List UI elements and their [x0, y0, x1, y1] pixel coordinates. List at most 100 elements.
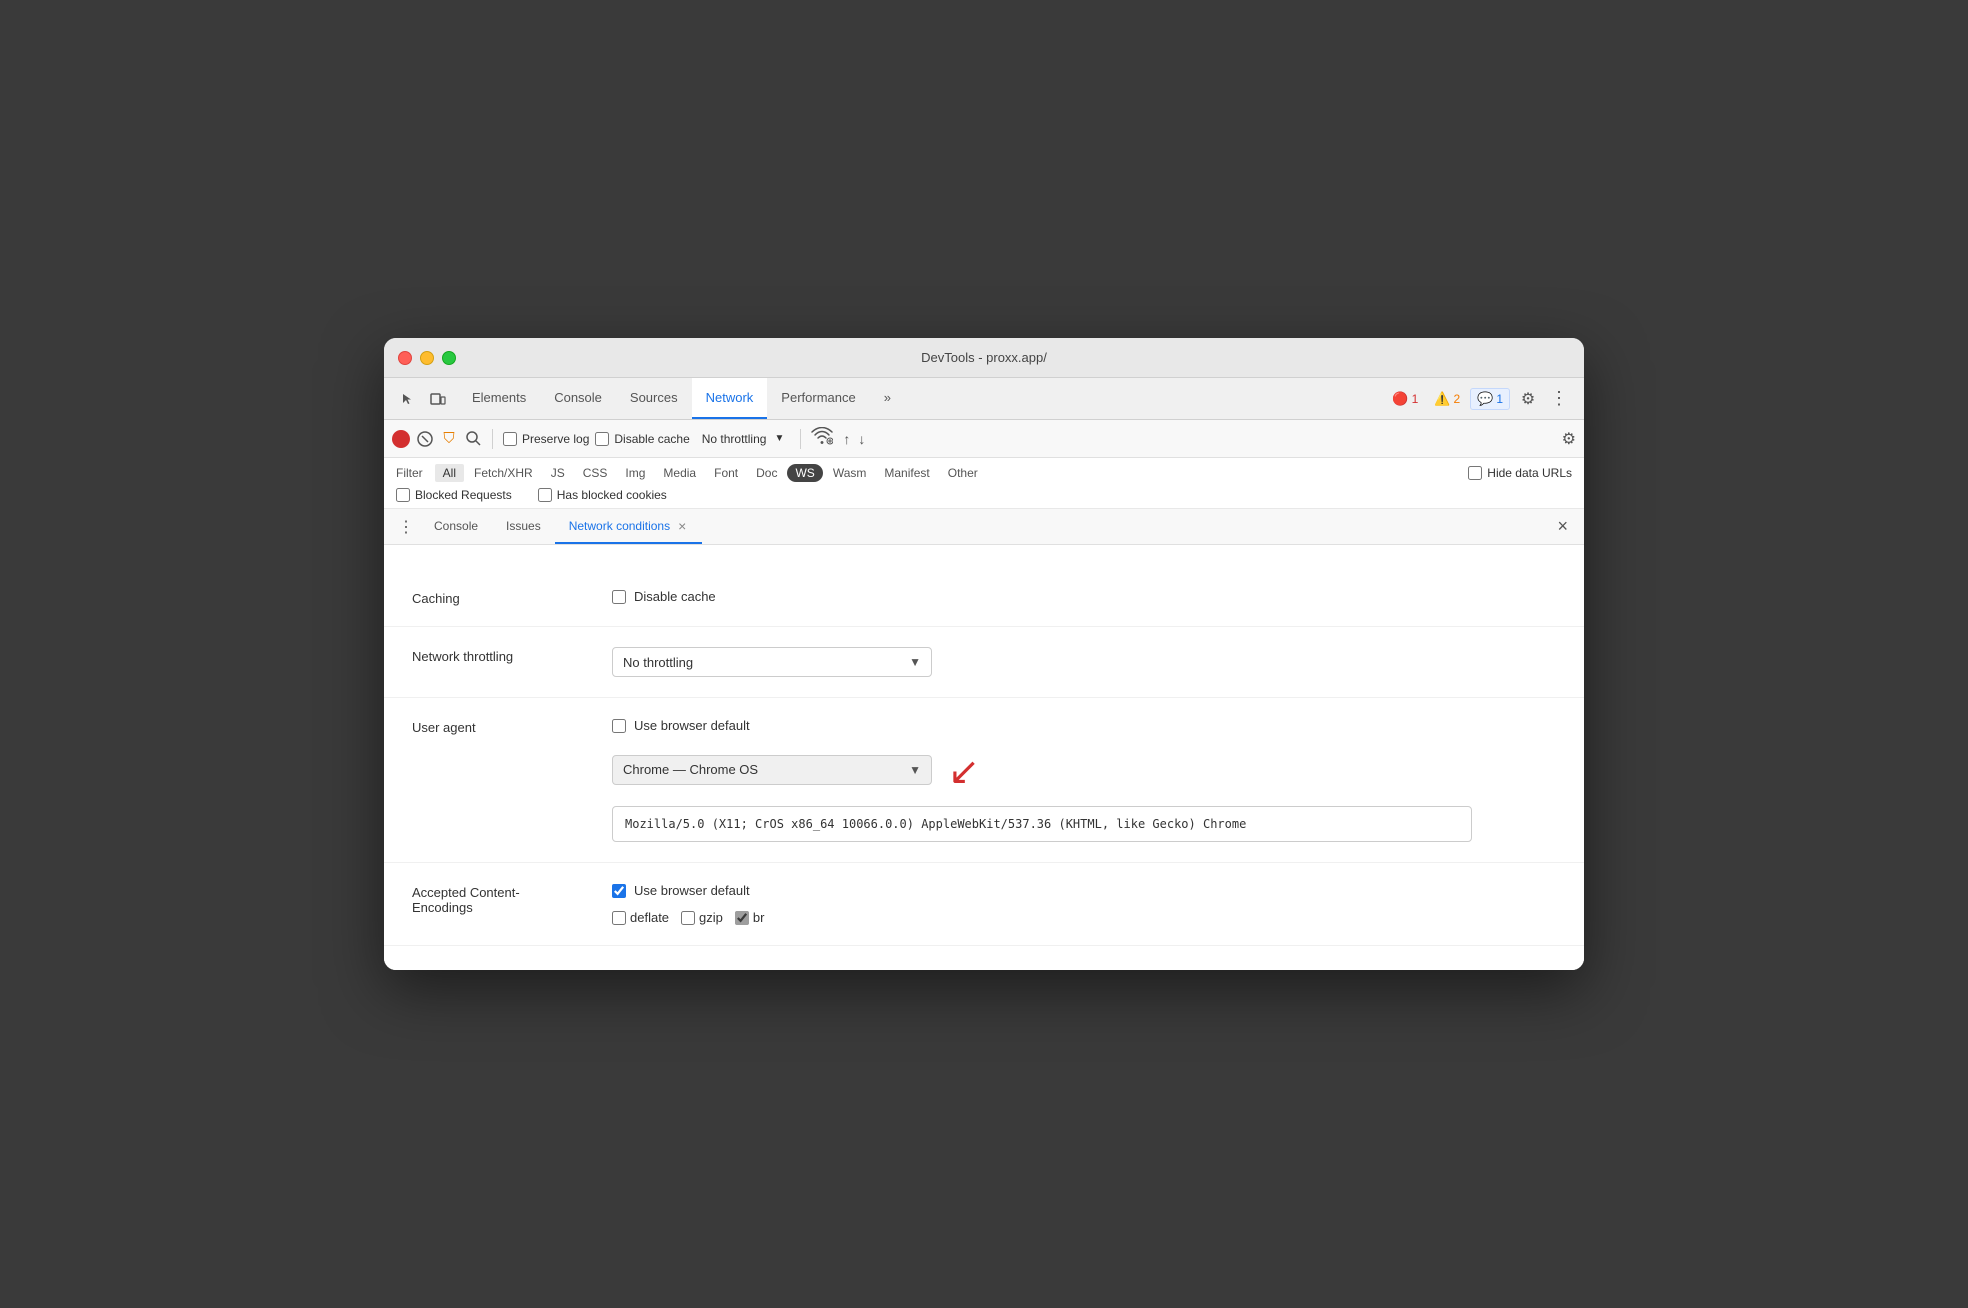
throttling-label: Network throttling	[412, 647, 612, 664]
throttling-control: No throttling ▼	[612, 647, 1556, 677]
filter-type-img[interactable]: Img	[617, 464, 653, 482]
ua-dropdown-row: Chrome — Chrome OS ▼ ↙	[612, 745, 1556, 794]
throttling-dropdown[interactable]: No throttling ▼	[612, 647, 932, 677]
filter-type-doc[interactable]: Doc	[748, 464, 785, 482]
ua-string-box[interactable]: Mozilla/5.0 (X11; CrOS x86_64 10066.0.0)…	[612, 806, 1472, 842]
br-checkbox[interactable]	[735, 911, 749, 925]
close-network-conditions-tab[interactable]: ×	[676, 518, 688, 534]
preserve-log-checkbox-label[interactable]: Preserve log	[503, 432, 589, 446]
close-button[interactable]	[398, 351, 412, 365]
tab-elements[interactable]: Elements	[458, 378, 540, 419]
error-badge[interactable]: 🔴 1	[1386, 389, 1424, 409]
deflate-label[interactable]: deflate	[612, 910, 669, 925]
filter-row2: Blocked Requests Has blocked cookies	[396, 488, 1572, 502]
devtools-window: DevTools - proxx.app/	[384, 338, 1584, 970]
settings-icon[interactable]: ⚙	[1514, 385, 1542, 413]
user-agent-control: Use browser default Chrome — Chrome OS ▼…	[612, 718, 1556, 842]
maximize-button[interactable]	[442, 351, 456, 365]
user-agent-row: User agent Use browser default Chrome — …	[384, 698, 1584, 863]
bottom-tab-issues[interactable]: Issues	[492, 509, 555, 544]
tab-bar-tools	[388, 385, 458, 413]
blocked-requests-label[interactable]: Blocked Requests	[396, 488, 512, 502]
br-label[interactable]: br	[735, 910, 765, 925]
record-button[interactable]	[392, 430, 410, 448]
filter-type-manifest[interactable]: Manifest	[876, 464, 937, 482]
bottom-tab-network-conditions[interactable]: Network conditions ×	[555, 509, 703, 544]
upload-icon[interactable]: ↑	[843, 431, 850, 447]
filter-bar: Filter All Fetch/XHR JS CSS Img Media Fo…	[384, 458, 1584, 509]
tab-more[interactable]: »	[870, 378, 905, 419]
filter-label: Filter	[396, 466, 423, 480]
encodings-label: Accepted Content- Encodings	[412, 883, 612, 915]
network-conditions-content: Caching Disable cache Network throttling…	[384, 545, 1584, 970]
tab-sources[interactable]: Sources	[616, 378, 692, 419]
encodings-row: Accepted Content- Encodings Use browser …	[384, 863, 1584, 946]
bottom-tabs: ⋮ Console Issues Network conditions × ×	[384, 509, 1584, 545]
more-menu-icon[interactable]: ⋮	[1546, 388, 1572, 409]
separator1	[492, 429, 493, 449]
caching-row: Caching Disable cache	[384, 569, 1584, 627]
caching-control: Disable cache	[612, 589, 1556, 604]
minimize-button[interactable]	[420, 351, 434, 365]
use-browser-default-checkbox[interactable]	[612, 719, 626, 733]
use-browser-default-enc-label[interactable]: Use browser default	[612, 883, 1556, 898]
use-browser-default-enc-checkbox[interactable]	[612, 884, 626, 898]
tabs-list: Elements Console Sources Network Perform…	[458, 378, 1378, 419]
tab-network[interactable]: Network	[692, 378, 768, 419]
filter-type-ws[interactable]: WS	[787, 464, 822, 482]
wifi-settings-icon[interactable]	[811, 427, 833, 450]
hide-data-urls-label[interactable]: Hide data URLs	[1468, 466, 1572, 480]
disable-cache-checkbox-label[interactable]: Disable cache	[595, 432, 689, 446]
user-agent-dropdown[interactable]: Chrome — Chrome OS ▼	[612, 755, 932, 785]
title-bar: DevTools - proxx.app/	[384, 338, 1584, 378]
warning-badge[interactable]: ⚠️ 2	[1428, 389, 1466, 409]
clear-icon[interactable]	[416, 430, 434, 448]
bottom-tab-console[interactable]: Console	[420, 509, 492, 544]
bottom-panel-close-icon[interactable]: ×	[1549, 516, 1576, 537]
traffic-lights	[398, 351, 456, 365]
tab-performance[interactable]: Performance	[767, 378, 869, 419]
search-icon[interactable]	[464, 430, 482, 448]
filter-type-js[interactable]: JS	[543, 464, 573, 482]
blocked-requests-checkbox[interactable]	[396, 488, 410, 502]
ua-dropdown-arrow-icon: ▼	[909, 763, 921, 777]
tab-bar: Elements Console Sources Network Perform…	[384, 378, 1584, 420]
gzip-checkbox[interactable]	[681, 911, 695, 925]
filter-row1: Filter All Fetch/XHR JS CSS Img Media Fo…	[396, 464, 1572, 482]
hide-data-urls-checkbox[interactable]	[1468, 466, 1482, 480]
encodings-control: Use browser default deflate gzip	[612, 883, 1556, 925]
deflate-checkbox[interactable]	[612, 911, 626, 925]
cursor-icon[interactable]	[394, 385, 422, 413]
devtools-body: Elements Console Sources Network Perform…	[384, 378, 1584, 970]
device-toggle-icon[interactable]	[424, 385, 452, 413]
disable-cache-checkbox[interactable]	[595, 432, 609, 446]
bottom-tabs-menu-icon[interactable]: ⋮	[392, 517, 420, 537]
disable-cache-main-label[interactable]: Disable cache	[612, 589, 1556, 604]
filter-icon[interactable]: ⛉	[440, 430, 458, 448]
tab-console[interactable]: Console	[540, 378, 616, 419]
red-arrow-annotation: ↙	[948, 749, 980, 794]
filter-types: All Fetch/XHR JS CSS Img Media Font Doc …	[435, 464, 986, 482]
filter-type-fetchxhr[interactable]: Fetch/XHR	[466, 464, 541, 482]
use-browser-default-label[interactable]: Use browser default	[612, 718, 1556, 733]
preserve-log-checkbox[interactable]	[503, 432, 517, 446]
filter-type-all[interactable]: All	[435, 464, 464, 482]
dropdown-arrow-icon: ▼	[909, 655, 921, 669]
tab-bar-right: 🔴 1 ⚠️ 2 💬 1 ⚙ ⋮	[1378, 385, 1580, 413]
has-blocked-cookies-checkbox[interactable]	[538, 488, 552, 502]
filter-type-media[interactable]: Media	[655, 464, 704, 482]
throttle-select[interactable]: No throttling ▼	[696, 430, 791, 448]
has-blocked-cookies-label[interactable]: Has blocked cookies	[538, 488, 667, 502]
disable-cache-main-checkbox[interactable]	[612, 590, 626, 604]
filter-type-wasm[interactable]: Wasm	[825, 464, 875, 482]
separator2	[800, 429, 801, 449]
info-badge[interactable]: 💬 1	[1470, 388, 1510, 410]
filter-type-css[interactable]: CSS	[575, 464, 616, 482]
window-title: DevTools - proxx.app/	[921, 350, 1047, 365]
filter-type-other[interactable]: Other	[940, 464, 986, 482]
encodings-checkboxes: deflate gzip br	[612, 910, 1556, 925]
network-settings-icon[interactable]: ⚙	[1562, 429, 1576, 449]
download-icon[interactable]: ↓	[858, 431, 865, 447]
filter-type-font[interactable]: Font	[706, 464, 746, 482]
gzip-label[interactable]: gzip	[681, 910, 723, 925]
